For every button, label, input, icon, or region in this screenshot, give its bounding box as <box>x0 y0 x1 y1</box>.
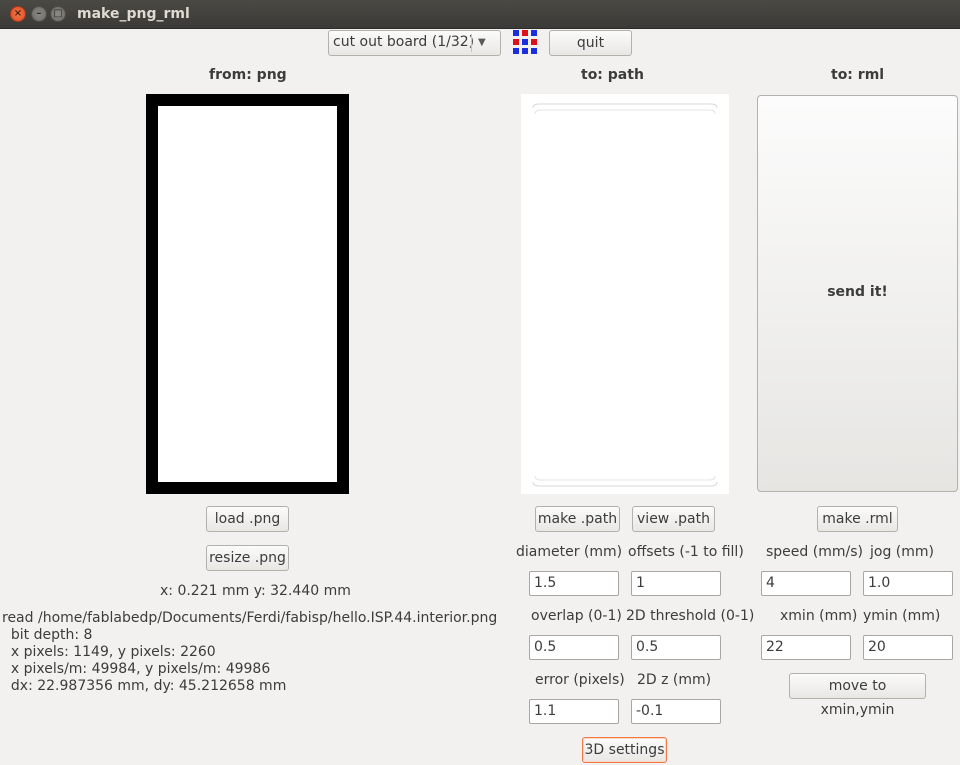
header-to-path: to: path <box>581 67 644 83</box>
process-select-value: cut out board (1/32) <box>333 34 475 50</box>
overlap-label: overlap (0-1) <box>531 608 622 624</box>
threshold-field[interactable]: 0.5 <box>631 635 721 660</box>
fab-logo-icon <box>513 30 537 54</box>
offsets-field[interactable]: 1 <box>631 571 721 596</box>
make-rml-button[interactable]: make .rml <box>817 506 898 532</box>
speed-field[interactable]: 4 <box>761 571 851 596</box>
process-select[interactable]: cut out board (1/32) ▼ <box>328 30 501 56</box>
send-it-label: send it! <box>827 284 888 300</box>
path-preview-drawing <box>532 103 718 487</box>
png-info-line: read /home/fablabedp/Documents/Ferdi/fab… <box>2 610 498 626</box>
minimize-icon[interactable]: – <box>31 6 47 22</box>
combo-separator <box>471 34 472 52</box>
png-info-line: x pixels/m: 49984, y pixels/m: 49986 <box>2 661 271 677</box>
threshold-label: 2D threshold (0-1) <box>626 608 755 624</box>
send-it-button[interactable]: send it! <box>757 95 958 492</box>
speed-label: speed (mm/s) <box>766 544 863 560</box>
load-png-button[interactable]: load .png <box>206 506 289 532</box>
overlap-field[interactable]: 0.5 <box>529 635 619 660</box>
move-to-xmin-ymin-button[interactable]: move to xmin,ymin <box>789 673 926 718</box>
window-titlebar: × – □ make_png_rml <box>0 0 960 29</box>
offsets-label: offsets (-1 to fill) <box>628 544 744 560</box>
jog-label: jog (mm) <box>870 544 934 560</box>
jog-field[interactable]: 1.0 <box>863 571 953 596</box>
make-path-button[interactable]: make .path <box>535 506 620 532</box>
header-to-rml: to: rml <box>831 67 885 83</box>
z-label: 2D z (mm) <box>637 672 712 688</box>
resize-png-button[interactable]: resize .png <box>206 545 289 571</box>
png-info-line: dx: 22.987356 mm, dy: 45.212658 mm <box>2 678 287 694</box>
diameter-label: diameter (mm) <box>516 544 623 560</box>
maximize-icon[interactable]: □ <box>50 6 66 22</box>
error-field[interactable]: 1.1 <box>529 699 619 724</box>
png-preview <box>146 94 349 494</box>
png-info: read /home/fablabedp/Documents/Ferdi/fab… <box>2 610 497 695</box>
window-title: make_png_rml <box>77 6 190 22</box>
xmin-field[interactable]: 22 <box>761 635 851 660</box>
header-from-png: from: png <box>209 67 287 83</box>
close-icon[interactable]: × <box>10 6 26 22</box>
png-preview-board <box>158 106 337 482</box>
path-preview <box>521 94 729 494</box>
quit-button[interactable]: quit <box>549 30 632 56</box>
z-field[interactable]: -0.1 <box>631 699 721 724</box>
xmin-label: xmin (mm) <box>780 608 858 624</box>
png-info-line: bit depth: 8 <box>2 627 93 643</box>
diameter-field[interactable]: 1.5 <box>529 571 619 596</box>
png-info-line: x pixels: 1149, y pixels: 2260 <box>2 644 216 660</box>
view-path-button[interactable]: view .path <box>632 506 715 532</box>
ymin-label: ymin (mm) <box>863 608 941 624</box>
error-label: error (pixels) <box>535 672 625 688</box>
settings-3d-button[interactable]: 3D settings <box>582 737 667 763</box>
cursor-coords: x: 0.221 mm y: 32.440 mm <box>160 583 351 599</box>
chevron-down-icon[interactable]: ▼ <box>478 31 486 55</box>
ymin-field[interactable]: 20 <box>863 635 953 660</box>
